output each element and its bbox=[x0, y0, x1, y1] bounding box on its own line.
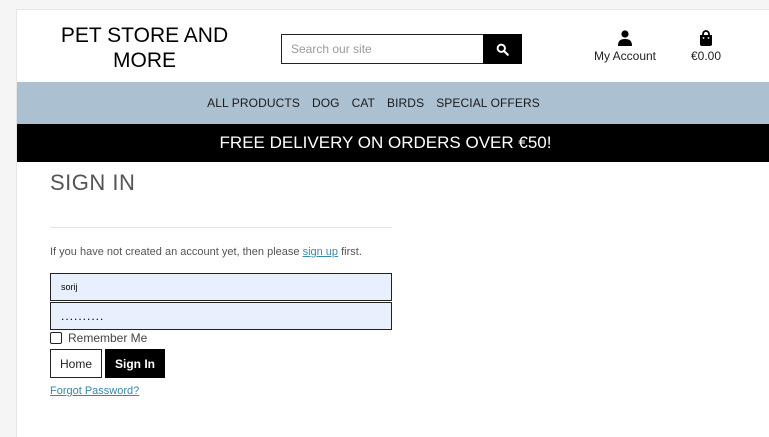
divider bbox=[50, 227, 392, 228]
nav-birds[interactable]: BIRDS bbox=[387, 96, 424, 110]
page: PET STORE AND MORE My Account bbox=[16, 9, 769, 437]
page-title: SIGN IN bbox=[50, 170, 136, 195]
search-form bbox=[281, 34, 522, 64]
nav-cat[interactable]: CAT bbox=[352, 96, 375, 110]
username-field[interactable] bbox=[50, 273, 392, 301]
search-icon bbox=[496, 43, 509, 56]
nav-special-offers[interactable]: SPECIAL OFFERS bbox=[436, 96, 540, 110]
brand-logo[interactable]: PET STORE AND MORE bbox=[42, 23, 247, 73]
search-button[interactable] bbox=[483, 34, 522, 64]
shopping-bag-link[interactable]: €0.00 bbox=[686, 30, 726, 63]
my-account-link[interactable]: My Account bbox=[590, 30, 660, 63]
home-button[interactable]: Home bbox=[50, 349, 103, 378]
brand-line-2: MORE bbox=[113, 49, 176, 72]
form-buttons: Home Sign In bbox=[50, 349, 392, 378]
remember-me-checkbox[interactable] bbox=[50, 332, 62, 344]
my-account-label: My Account bbox=[593, 49, 657, 63]
brand-line-1: PET STORE AND bbox=[60, 24, 229, 47]
signup-link[interactable]: sign up bbox=[303, 246, 338, 258]
user-icon bbox=[618, 30, 632, 46]
signup-prompt-prefix: If you have not created an account yet, … bbox=[50, 246, 303, 258]
nav-all-products[interactable]: ALL PRODUCTS bbox=[207, 96, 300, 110]
delivery-banner-text: FREE DELIVERY ON ORDERS OVER €50! bbox=[219, 133, 552, 152]
search-input[interactable] bbox=[281, 34, 483, 64]
nav-dog[interactable]: DOG bbox=[312, 96, 340, 110]
shopping-bag-icon bbox=[700, 30, 712, 46]
site-header: PET STORE AND MORE My Account bbox=[17, 10, 769, 82]
signin-section: SIGN IN If you have not created an accou… bbox=[50, 170, 392, 399]
signup-prompt: If you have not created an account yet, … bbox=[50, 246, 392, 258]
main-nav: ALL PRODUCTS DOG CAT BIRDS SPECIAL OFFER… bbox=[17, 82, 769, 124]
sign-in-button[interactable]: Sign In bbox=[105, 349, 166, 378]
delivery-banner: FREE DELIVERY ON ORDERS OVER €50! bbox=[17, 124, 769, 162]
signup-prompt-suffix: first. bbox=[338, 246, 362, 258]
cart-total: €0.00 bbox=[690, 49, 722, 63]
password-field[interactable] bbox=[50, 302, 392, 330]
forgot-password-link[interactable]: Forgot Password? bbox=[50, 385, 139, 397]
remember-me-label: Remember Me bbox=[68, 331, 148, 345]
remember-me[interactable]: Remember Me bbox=[50, 331, 392, 345]
